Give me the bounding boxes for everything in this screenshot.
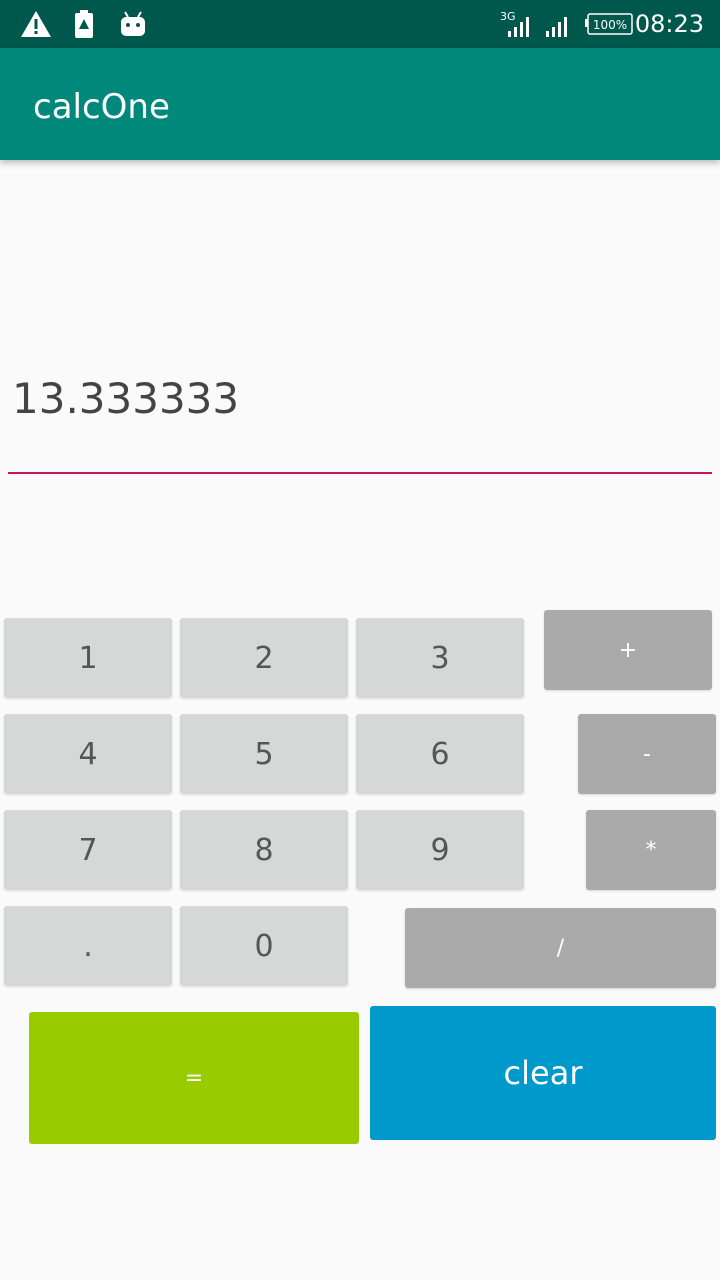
battery-alert-icon <box>74 8 94 40</box>
multiply-button[interactable]: * <box>586 810 716 890</box>
key-3[interactable]: 3 <box>356 618 524 698</box>
battery-level-text: 100% <box>593 18 627 32</box>
display-underline <box>8 472 712 474</box>
result-display[interactable]: 13.333333 <box>8 360 712 474</box>
clear-button[interactable]: clear <box>370 1006 716 1140</box>
key-6[interactable]: 6 <box>356 714 524 794</box>
battery-icon: 100% <box>584 8 634 40</box>
key-dot[interactable]: . <box>4 906 172 986</box>
key-4[interactable]: 4 <box>4 714 172 794</box>
key-7[interactable]: 7 <box>4 810 172 890</box>
minus-button[interactable]: - <box>578 714 716 794</box>
key-2[interactable]: 2 <box>180 618 348 698</box>
key-0[interactable]: 0 <box>180 906 348 986</box>
equals-button[interactable]: = <box>29 1012 359 1144</box>
android-icon <box>120 8 146 40</box>
network-type-label: 3G <box>500 10 516 23</box>
app-title: calcOne <box>33 87 170 127</box>
key-5[interactable]: 5 <box>180 714 348 794</box>
app-bar: calcOne <box>0 48 720 160</box>
divide-button[interactable]: / <box>405 908 716 988</box>
key-8[interactable]: 8 <box>180 810 348 890</box>
status-time: 08:23 <box>634 10 704 38</box>
result-value: 13.333333 <box>12 374 240 423</box>
status-bar: 3G 100% 08:23 <box>0 0 720 48</box>
key-1[interactable]: 1 <box>4 618 172 698</box>
key-9[interactable]: 9 <box>356 810 524 890</box>
signal-3g-icon: 3G <box>500 8 532 40</box>
signal-icon <box>544 8 572 40</box>
plus-button[interactable]: + <box>544 610 712 690</box>
warning-icon <box>20 8 52 40</box>
